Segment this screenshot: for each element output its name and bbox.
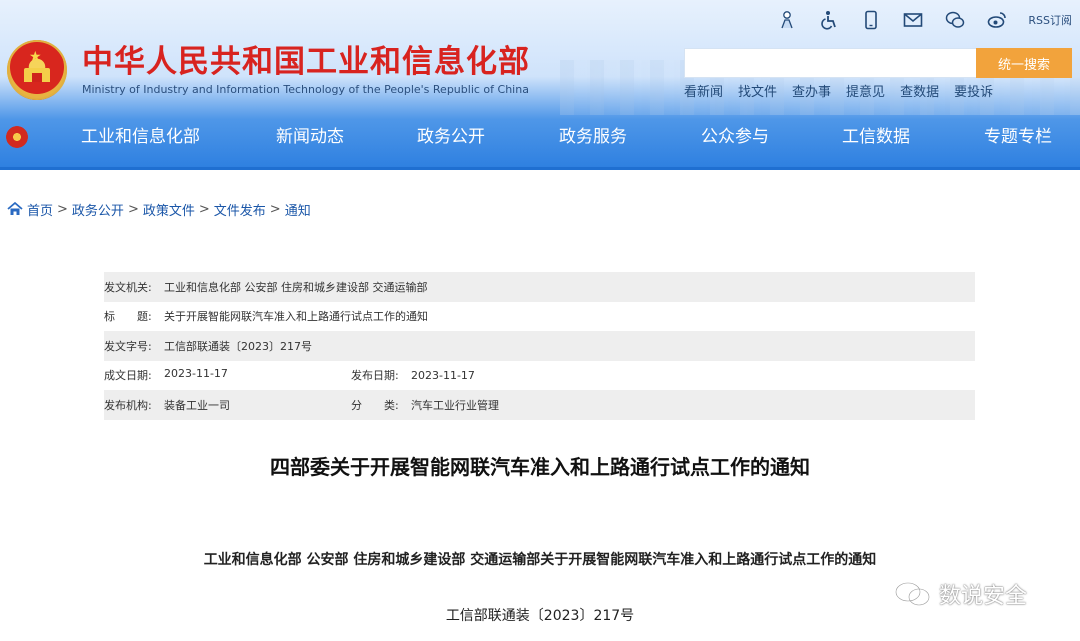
breadcrumb-separator: > [198,201,210,217]
breadcrumb-separator: > [269,201,281,217]
watermark-text: 数说安全 [939,584,1028,609]
meta-doc-number: 工信部联通装〔2023〕217号 [164,339,312,353]
meta-row-agency: 发布机构: 装备工业一司 分 类: 汽车工业行业管理 [104,390,975,420]
wechat-icon[interactable] [944,9,966,31]
meta-label: 分 类: [351,398,399,412]
quick-link-news[interactable]: 看新闻 [684,84,723,102]
breadcrumb-policy-docs[interactable]: 政策文件 [143,200,195,219]
quick-link-data[interactable]: 查数据 [900,84,939,102]
meta-label: 发文机关: [104,280,152,294]
breadcrumb: 首页 > 政务公开 > 政策文件 > 文件发布 > 通知 [7,200,311,219]
breadcrumb-separator: > [57,201,68,217]
mail-icon[interactable] [902,9,924,31]
nav-item-topics[interactable]: 专题专栏 [984,126,1052,148]
meta-cell-published: 发布日期: 2023-11-17 [351,367,475,383]
unified-search-button[interactable]: 统一搜索 [976,48,1072,78]
meta-published-date: 2023-11-17 [411,368,475,382]
breadcrumb-home[interactable]: 首页 [27,200,53,219]
meta-label: 成文日期: [104,369,152,383]
nav-item-ministry[interactable]: 工业和信息化部 [81,126,200,148]
quick-links: 看新闻 找文件 查办事 提意见 查数据 要投诉 [684,84,993,102]
breadcrumb-doc-release[interactable]: 文件发布 [214,200,266,219]
site-title[interactable]: 中华人民共和国工业和信息化部 [82,43,530,81]
meta-issuer: 工业和信息化部 公安部 住房和城乡建设部 交通运输部 [164,280,428,294]
quick-link-documents[interactable]: 找文件 [738,84,777,102]
mobile-icon[interactable] [860,9,882,31]
nav-item-gov-services[interactable]: 政务服务 [559,126,627,148]
home-icon [7,201,23,215]
meta-label: 发布日期: [351,369,399,383]
elderly-mode-icon[interactable] [776,9,798,31]
meta-written-date: 2023-11-17 [164,367,228,381]
nav-item-data[interactable]: 工信数据 [842,126,910,148]
site-header: ★ 中华人民共和国工业和信息化部 Ministry of Industry an… [0,0,1080,170]
meta-category: 汽车工业行业管理 [411,398,499,412]
accessibility-icon[interactable] [818,9,840,31]
wechat-watermark-icon [895,582,930,606]
meta-row-title: 标 题: 关于开展智能网联汽车准入和上路通行试点工作的通知 [104,302,975,332]
rss-subscribe-link[interactable]: RSS订阅 [1028,12,1072,28]
document-title: 四部委关于开展智能网联汽车准入和上路通行试点工作的通知 [270,455,810,479]
search-input[interactable] [684,48,976,78]
nav-item-gov-affairs[interactable]: 政务公开 [417,126,485,148]
quick-link-complaint[interactable]: 要投诉 [954,84,993,102]
document-meta-table: 发文机关: 工业和信息化部 公安部 住房和城乡建设部 交通运输部 标 题: 关于… [104,272,975,420]
meta-cell-written: 成文日期: 2023-11-17 [104,367,351,383]
nav-item-participation[interactable]: 公众参与 [701,126,769,148]
meta-label: 标 题: [104,310,152,324]
quick-link-feedback[interactable]: 提意见 [846,84,885,102]
tiananmen-icon [24,68,50,82]
site-subtitle: Ministry of Industry and Information Tec… [82,83,529,96]
meta-cell-category: 分 类: 汽车工业行业管理 [351,397,499,413]
star-icon: ★ [29,49,42,65]
breadcrumb-separator: > [127,201,139,217]
meta-label: 发文字号: [104,339,152,353]
meta-cell-agency: 发布机构: 装备工业一司 [104,397,351,413]
quick-link-services[interactable]: 查办事 [792,84,831,102]
meta-agency: 装备工业一司 [164,398,230,412]
meta-label: 发布机构: [104,398,152,412]
header-divider [0,167,1080,170]
main-nav: 工业和信息化部 新闻动态 政务公开 政务服务 公众参与 工信数据 专题专栏 [0,117,1080,157]
breadcrumb-notice[interactable]: 通知 [285,200,311,219]
nav-item-news[interactable]: 新闻动态 [276,126,344,148]
meta-row-issuer: 发文机关: 工业和信息化部 公安部 住房和城乡建设部 交通运输部 [104,272,975,302]
meta-row-dates: 成文日期: 2023-11-17 发布日期: 2023-11-17 [104,361,975,391]
breadcrumb-gov-affairs[interactable]: 政务公开 [72,200,124,219]
watermark: 数说安全 [893,578,1027,610]
top-utility-icons: RSS订阅 [776,8,1072,32]
document-subtitle: 工业和信息化部 公安部 住房和城乡建设部 交通运输部关于开展智能网联汽车准入和上… [203,552,877,568]
meta-title: 关于开展智能网联汽车准入和上路通行试点工作的通知 [164,310,428,324]
national-emblem-logo[interactable]: ★ [7,40,67,100]
meta-row-doc-number: 发文字号: 工信部联通装〔2023〕217号 [104,331,975,361]
weibo-icon[interactable] [986,9,1008,31]
ministry-logo-icon[interactable] [6,126,28,148]
